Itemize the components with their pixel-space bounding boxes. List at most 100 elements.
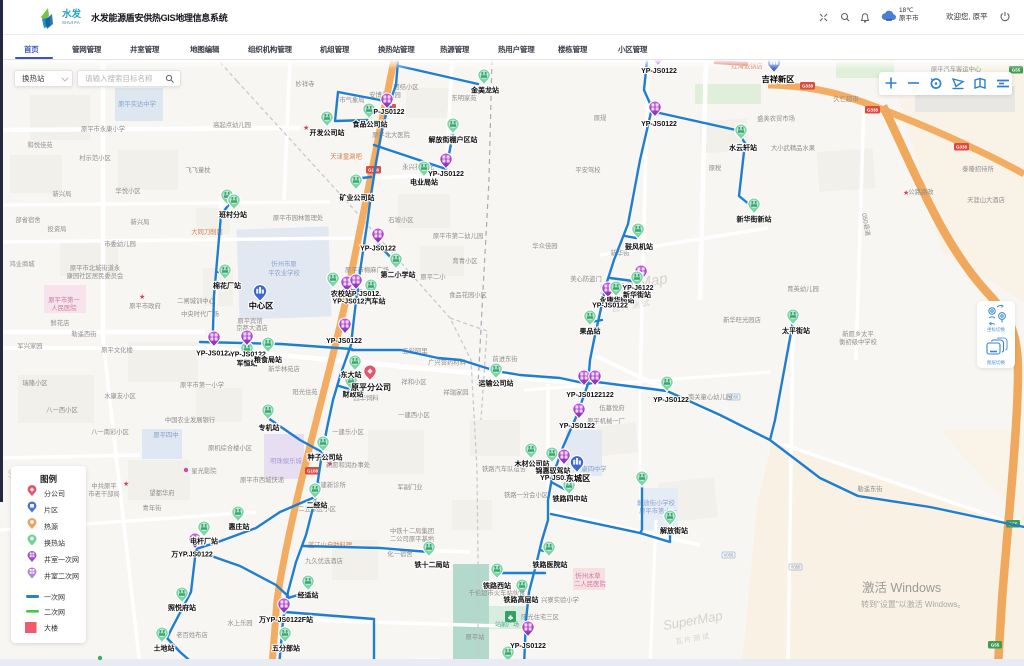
svg-text:原平市西城快递: 原平市西城快递 — [240, 475, 285, 484]
svg-text:井室一次网: 井室一次网 — [44, 555, 79, 564]
svg-text:村示范小区: 村示范小区 — [79, 153, 110, 162]
svg-text:原平市北城街道永: 原平市北城街道永 — [70, 263, 121, 272]
svg-text:和悦佳苑: 和悦佳苑 — [27, 140, 53, 149]
svg-text:V058: V058 — [729, 395, 739, 400]
svg-text:运输公司站: 运输公司站 — [479, 379, 514, 388]
svg-text:飞飞童枕: 飞飞童枕 — [185, 165, 211, 174]
svg-text:分公司: 分公司 — [44, 489, 65, 498]
svg-text:惠庄站: 惠庄站 — [229, 522, 250, 531]
svg-text:班村分站: 班村分站 — [219, 210, 247, 219]
svg-text:中国农业发展银行: 中国农业发展银行 — [165, 415, 216, 424]
svg-text:九久优选酒店: 九久优选酒店 — [305, 556, 343, 565]
svg-text:YP-JS0122122: YP-JS0122122 — [566, 392, 614, 399]
svg-text:水上乐园: 水上乐园 — [227, 618, 252, 627]
svg-text:勒遥西街: 勒遥西街 — [71, 329, 97, 338]
svg-text:热源: 热源 — [44, 522, 58, 531]
svg-text:水云轩站: 水云轩站 — [729, 143, 757, 152]
svg-text:站前广场: 站前广场 — [495, 621, 519, 629]
svg-text:食品花园小区: 食品花园小区 — [449, 290, 487, 299]
svg-text:平农业学校: 平农业学校 — [268, 268, 300, 277]
svg-text:石坡小区: 石坡小区 — [388, 215, 413, 224]
svg-text:水康友小区: 水康友小区 — [104, 391, 135, 400]
svg-text:YP-JS0122: YP-JS0122 — [360, 246, 396, 253]
svg-text:天涯山大酒店: 天涯山大酒店 — [967, 195, 1005, 204]
svg-text:望都华府: 望都华府 — [149, 488, 174, 497]
svg-text:新华街站: 新华街站 — [623, 290, 651, 299]
svg-text:瑞隆小区: 瑞隆小区 — [22, 378, 47, 387]
svg-text:鸿业商城: 鸿业商城 — [9, 259, 35, 268]
svg-text:原平二小: 原平二小 — [420, 272, 446, 281]
svg-text:YP-JS0122: YP-JS0122 — [653, 397, 689, 404]
svg-text:鲜花店: 鲜花店 — [51, 318, 70, 327]
svg-text:原平四中: 原平四中 — [153, 430, 178, 439]
svg-text:新华街新站: 新华街新站 — [737, 215, 772, 224]
svg-text:伍墓悦府: 伍墓悦府 — [599, 403, 624, 412]
svg-text:YP-JS0122: YP-JS0122 — [592, 303, 628, 310]
svg-text:铁路西站: 铁路西站 — [483, 581, 511, 590]
svg-text:土地站: 土地站 — [154, 644, 175, 653]
svg-text:原平市第一: 原平市第一 — [48, 295, 80, 304]
svg-text:万YP-JS0122F站: 万YP-JS0122F站 — [258, 615, 313, 624]
svg-text:原税: 原税 — [709, 163, 722, 172]
svg-text:YP-JS0122: YP-JS0122 — [510, 643, 546, 650]
svg-text:YP-JS0122: YP-JS0122 — [641, 121, 677, 128]
svg-text:原平市第一小学: 原平市第一小学 — [180, 380, 224, 389]
svg-text:原平分公司: 原平分公司 — [351, 382, 391, 392]
svg-text:农校站P-JS012.: 农校站P-JS012. — [330, 289, 381, 298]
svg-text:18℃: 18℃ — [899, 7, 914, 14]
svg-text:八一西小区: 八一西小区 — [46, 405, 77, 414]
svg-text:原平文化楼: 原平文化楼 — [101, 345, 133, 354]
svg-text:YP-JS0122: YP-JS0122 — [559, 423, 595, 430]
svg-text:康四中学: 康四中学 — [581, 464, 606, 473]
svg-text:星光影院: 星光影院 — [191, 466, 217, 475]
svg-text:华众佳园: 华众佳园 — [532, 241, 557, 250]
svg-text:妙祥寺: 妙祥寺 — [296, 79, 315, 88]
svg-text:大小武精品水果: 大小武精品水果 — [771, 143, 816, 152]
svg-text:市委幼儿园: 市委幼儿园 — [104, 239, 135, 248]
svg-text:新华林苑店: 新华林苑店 — [268, 364, 299, 373]
svg-text:金美龙站: 金美龙站 — [470, 86, 499, 95]
svg-text:育英幼儿园: 育英幼儿园 — [787, 284, 818, 293]
svg-text:泰隆招待所: 泰隆招待所 — [962, 164, 994, 173]
svg-text:太平街站: 太平街站 — [782, 326, 810, 335]
svg-text:换热站: 换热站 — [44, 539, 65, 548]
svg-text:原平实达中学: 原平实达中学 — [118, 99, 156, 108]
svg-text:南关童心幼儿园: 南关童心幼儿园 — [688, 392, 732, 401]
svg-text:平安驾校: 平安驾校 — [575, 165, 601, 174]
svg-text:铁路医院站: 铁路医院站 — [533, 560, 568, 569]
svg-text:转到"设置"以激活 Windows。: 转到"设置"以激活 Windows。 — [861, 599, 965, 609]
svg-text:水发: 水发 — [62, 8, 82, 20]
svg-text:原平宾馆: 原平宾馆 — [237, 316, 262, 325]
svg-text:新华旺光园店: 新华旺光园店 — [723, 315, 761, 324]
svg-text:V058: V058 — [724, 553, 734, 558]
svg-text:电业局站: 电业局站 — [410, 178, 438, 187]
svg-text:种子公司站: 种子公司站 — [307, 453, 343, 462]
svg-text:G108: G108 — [307, 469, 319, 474]
svg-text:★: ★ — [139, 293, 145, 301]
svg-text:经适站: 经适站 — [298, 591, 319, 600]
svg-text:投资局: 投资局 — [48, 224, 67, 233]
svg-text:二次网: 二次网 — [44, 608, 65, 617]
svg-text:忻州市原: 忻州市原 — [271, 259, 296, 268]
svg-text:东城区: 东城区 — [566, 473, 591, 483]
svg-text:★: ★ — [903, 189, 909, 197]
svg-text:公路路政: 公路路政 — [908, 187, 934, 196]
svg-text:YP-J6122: YP-J6122 — [622, 285, 653, 292]
svg-text:YP-JS0122: YP-JS0122 — [326, 338, 362, 345]
svg-text:解放街站: 解放街站 — [660, 526, 688, 535]
svg-text:忻州木草: 忻州木草 — [575, 571, 600, 580]
svg-text:★: ★ — [123, 480, 129, 488]
svg-text:果品站: 果品站 — [580, 327, 601, 336]
svg-text:衡初级中学校: 衡初级中学校 — [839, 337, 877, 346]
svg-text:YP-JS0122: YP-JS0122 — [428, 171, 464, 178]
svg-text:原平市第二幼儿园: 原平市第二幼儿园 — [433, 231, 483, 240]
svg-text:开发公司站: 开发公司站 — [310, 128, 345, 137]
svg-text:粮食局站: 粮食局站 — [254, 355, 282, 364]
svg-text:电杆厂站: 电杆厂站 — [190, 537, 218, 546]
svg-text:大同刀削面: 大同刀削面 — [191, 227, 222, 236]
svg-text:原平站: 原平站 — [466, 632, 486, 641]
svg-text:YP-JS012汽车站: YP-JS012汽车站 — [333, 297, 386, 306]
svg-text:美心防盗门: 美心防盗门 — [570, 274, 601, 283]
svg-text:中心区: 中心区 — [249, 301, 274, 311]
svg-text:铁十二局站: 铁十二局站 — [415, 560, 450, 569]
